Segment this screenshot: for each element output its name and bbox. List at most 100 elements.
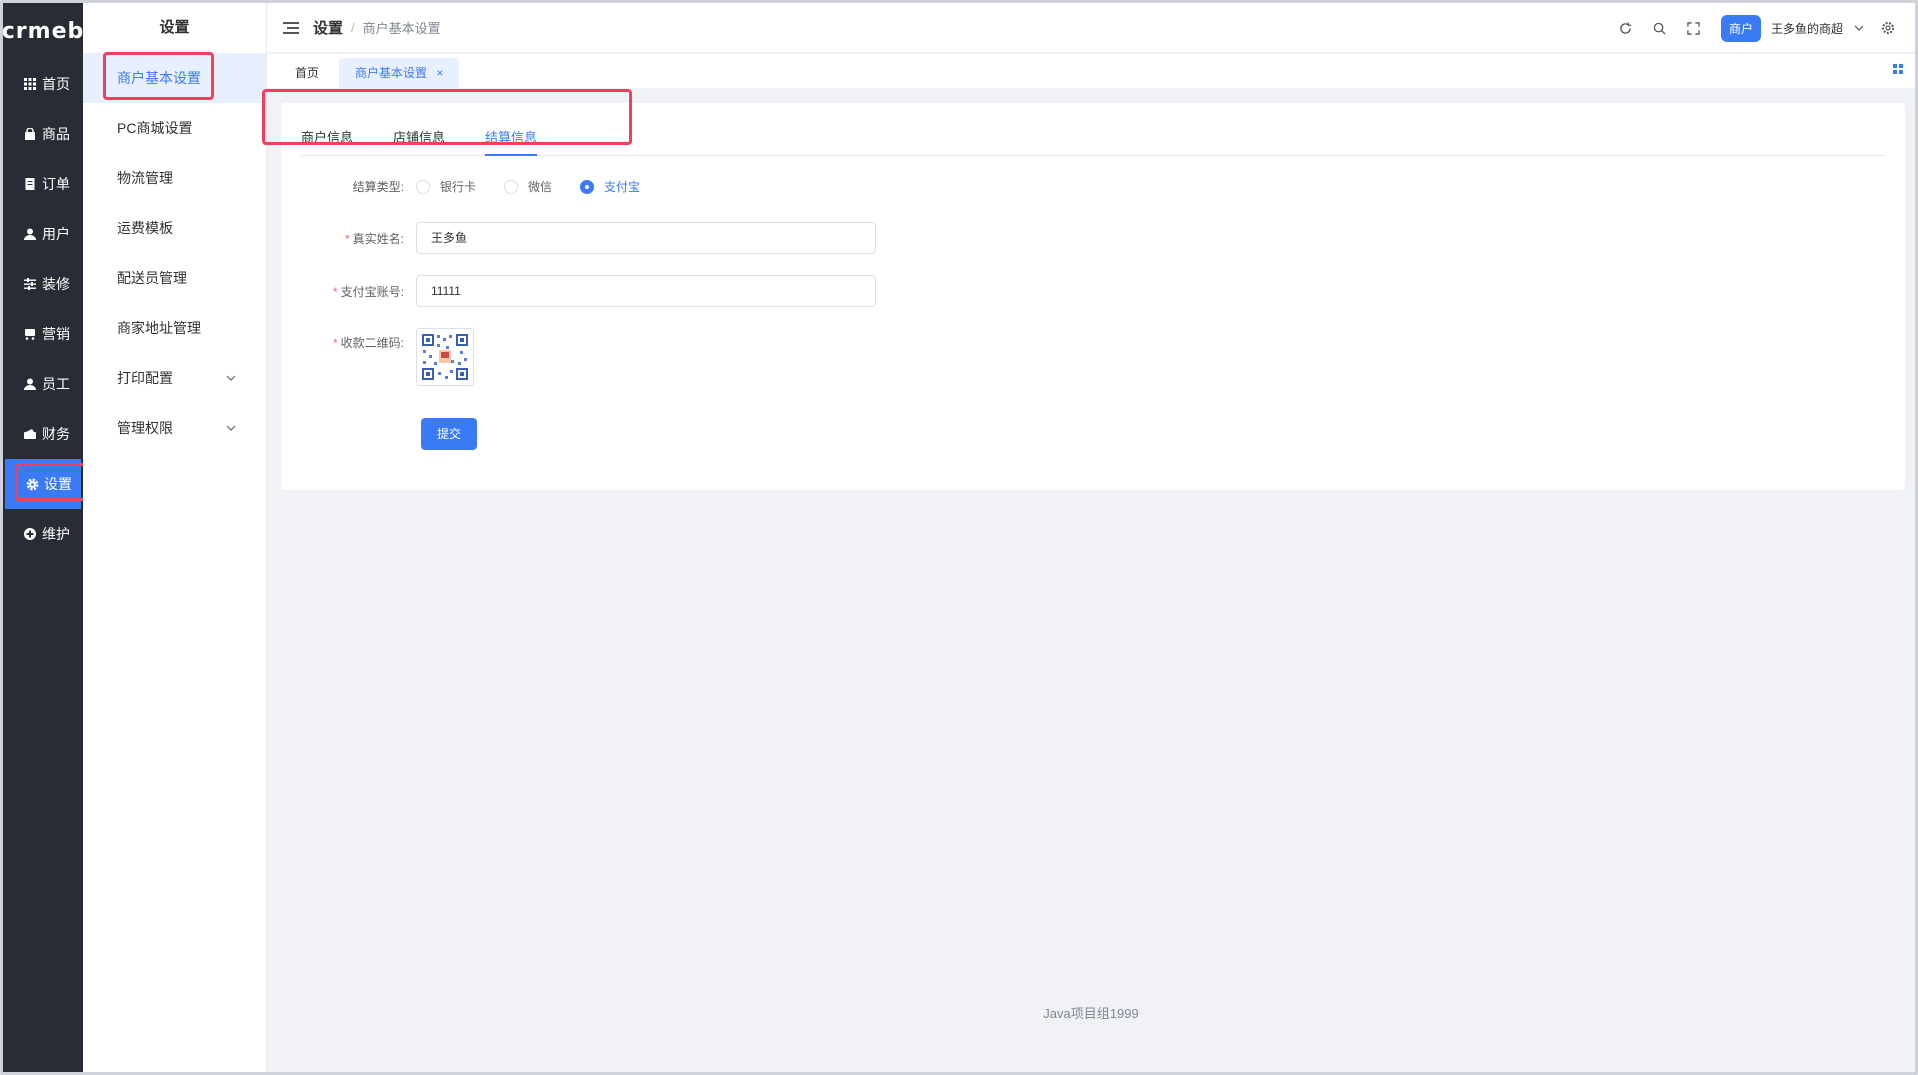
radio-circle <box>580 179 595 194</box>
settings-card: 商户信息 店铺信息 结算信息 结算类型: 银行卡 微信 支付宝 * 真实姓名: 王… <box>281 103 1905 490</box>
alipay-account-row: * 支付宝账号: 11111 <box>281 275 876 307</box>
radio-label: 银行卡 <box>440 180 477 194</box>
rail-item-label: 订单 <box>42 176 70 192</box>
plus-circle-icon <box>23 527 37 541</box>
real-name-row: * 真实姓名: 王多鱼 <box>281 222 876 254</box>
role-badge: 商户 <box>1720 14 1761 42</box>
user-icon <box>23 227 37 241</box>
alipay-account-input[interactable]: 11111 <box>416 275 876 307</box>
required-mark: * <box>344 231 350 246</box>
page-tabs-bar: 首页 商户基本设置 × <box>267 54 1915 88</box>
radio-wechat[interactable]: 微信 <box>504 178 552 195</box>
chevron-down-icon <box>226 353 236 403</box>
rail-item-label: 首页 <box>42 76 70 92</box>
tab-settlement-info[interactable]: 结算信息 <box>485 119 538 156</box>
rail-item-label: 设置 <box>44 476 72 492</box>
cart-icon <box>23 327 37 341</box>
real-name-label-text: 真实姓名: <box>352 231 404 246</box>
submenu-item-label: 管理权限 <box>117 420 173 436</box>
rail-item-maintenance[interactable]: 维护 <box>3 509 83 559</box>
top-header: 设置 / 商户基本设置 商户 王多鱼的商超 <box>267 3 1915 53</box>
fullscreen-icon[interactable] <box>1686 20 1702 36</box>
settings-submenu: 设置 商户基本设置 PC商城设置 物流管理 运费模板 配送员管理 商家地址管理 … <box>83 3 267 1072</box>
submenu-item-permissions[interactable]: 管理权限 <box>83 403 266 453</box>
chevron-down-icon[interactable] <box>1851 20 1867 36</box>
rail-item-label: 商品 <box>42 126 70 142</box>
settings-gear-icon[interactable] <box>1880 20 1896 36</box>
close-icon[interactable]: × <box>436 66 443 80</box>
rail-item-label: 用户 <box>42 226 70 242</box>
rail-item-label: 维护 <box>42 526 70 542</box>
tab-store-info[interactable]: 店铺信息 <box>393 119 445 155</box>
radio-circle <box>416 179 430 194</box>
submenu-item-pc-mall[interactable]: PC商城设置 <box>83 103 266 153</box>
submenu-item-merchant-address[interactable]: 商家地址管理 <box>83 303 266 353</box>
qr-code-row: * 收款二维码: <box>281 328 474 386</box>
user-menu[interactable]: 王多鱼的商超 <box>1771 20 1843 37</box>
submenu-item-logistics[interactable]: 物流管理 <box>83 153 266 203</box>
gear-icon <box>25 477 39 491</box>
qr-code-label: * 收款二维码: <box>281 328 416 351</box>
settlement-type-label: 结算类型: <box>352 180 404 194</box>
rail-item-users[interactable]: 用户 <box>3 209 83 259</box>
rail-item-goods[interactable]: 商品 <box>3 109 83 159</box>
page-tab-label: 商户基本设置 <box>355 66 428 80</box>
staff-icon <box>23 377 37 391</box>
alipay-account-label: * 支付宝账号: <box>281 283 416 300</box>
submenu-item-merchant-basic[interactable]: 商户基本设置 <box>83 53 266 103</box>
rail-item-label: 装修 <box>42 276 70 292</box>
breadcrumb-current: 商户基本设置 <box>362 21 441 36</box>
required-mark: * <box>332 284 338 299</box>
breadcrumb-separator: / <box>351 20 355 35</box>
qr-code-image <box>420 332 470 382</box>
submenu-item-shipping-template[interactable]: 运费模板 <box>83 203 266 253</box>
submit-button[interactable]: 提交 <box>421 418 477 450</box>
crmeb-logo: crmeb <box>1 18 85 44</box>
bag-icon <box>23 127 37 141</box>
submenu-item-label: 打印配置 <box>117 370 173 386</box>
radio-alipay[interactable]: 支付宝 <box>580 178 640 195</box>
rail-item-label: 财务 <box>42 426 70 442</box>
sliders-icon <box>23 277 37 291</box>
main-nav-rail: crmeb 首页 商品 订单 用户 装修 营销 员工 财务 设置 维护 <box>3 3 83 1072</box>
menu-toggle-icon[interactable] <box>283 21 299 34</box>
submenu-item-print-config[interactable]: 打印配置 <box>83 353 266 403</box>
real-name-label: * 真实姓名: <box>281 230 416 247</box>
submit-row: 提交 <box>421 418 477 450</box>
header-actions: 商户 王多鱼的商超 <box>1609 3 1905 53</box>
radio-label: 支付宝 <box>604 180 641 194</box>
rail-item-home[interactable]: 首页 <box>3 59 83 109</box>
refresh-icon[interactable] <box>1618 20 1634 36</box>
rail-item-settings[interactable]: 设置 <box>5 459 81 509</box>
footer-text: Java项目组1999 <box>1043 1006 1139 1021</box>
chevron-down-icon <box>226 403 236 453</box>
qr-code-upload[interactable] <box>416 328 474 386</box>
document-icon <box>23 177 37 191</box>
radio-bank-card[interactable]: 银行卡 <box>416 178 476 195</box>
settlement-type-row: 结算类型: 银行卡 微信 支付宝 <box>281 178 668 195</box>
tabs-menu-icon[interactable] <box>1893 64 1903 74</box>
page-tab-home[interactable]: 首页 <box>279 58 335 88</box>
alipay-account-label-text: 支付宝账号: <box>340 284 404 299</box>
rail-item-label: 员工 <box>42 376 70 392</box>
tab-merchant-info[interactable]: 商户信息 <box>301 119 353 155</box>
rail-item-finance[interactable]: 财务 <box>3 409 83 459</box>
rail-item-marketing[interactable]: 营销 <box>3 309 83 359</box>
search-icon[interactable] <box>1652 20 1668 36</box>
rail-item-orders[interactable]: 订单 <box>3 159 83 209</box>
rail-item-staff[interactable]: 员工 <box>3 359 83 409</box>
radio-circle <box>504 179 519 194</box>
wallet-icon <box>23 427 37 441</box>
required-mark: * <box>332 336 338 350</box>
real-name-input[interactable]: 王多鱼 <box>416 222 876 254</box>
rail-item-decorate[interactable]: 装修 <box>3 259 83 309</box>
qr-code-label-text: 收款二维码: <box>340 336 404 350</box>
page-tab-merchant-basic[interactable]: 商户基本设置 × <box>339 58 460 88</box>
app-window: crmeb 首页 商品 订单 用户 装修 营销 员工 财务 设置 维护 设置 商… <box>0 0 1918 1075</box>
grid-icon <box>23 77 37 91</box>
submenu-item-courier[interactable]: 配送员管理 <box>83 253 266 303</box>
rail-item-label: 营销 <box>42 326 70 342</box>
breadcrumb-root[interactable]: 设置 <box>313 17 343 38</box>
content-tabs: 商户信息 店铺信息 结算信息 <box>301 119 1885 156</box>
submenu-title: 设置 <box>159 19 190 36</box>
